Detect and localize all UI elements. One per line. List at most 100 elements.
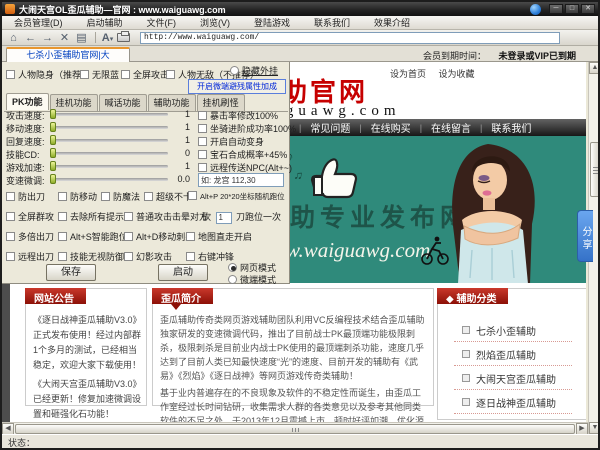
checkbox-icon[interactable] bbox=[6, 192, 15, 201]
vertical-scroll-thumb[interactable] bbox=[590, 142, 600, 197]
horizontal-scrollbar[interactable]: ◀ ▶ bbox=[2, 422, 588, 434]
checkbox-icon[interactable] bbox=[6, 212, 15, 221]
checkbox-crit-100[interactable]: 暴击率修改100% bbox=[198, 109, 278, 122]
add-favorite-link[interactable]: 设为收藏 bbox=[439, 69, 475, 79]
panel-tab-afk[interactable]: 挂机功能 bbox=[50, 94, 98, 111]
save-button[interactable]: 保存 bbox=[46, 264, 96, 281]
slider-thumb[interactable] bbox=[50, 109, 56, 119]
panel-tab-shout[interactable]: 喊话功能 bbox=[99, 94, 147, 111]
category-item[interactable]: 大闹天宫歪瓜辅助 bbox=[454, 367, 572, 390]
checkbox-icon[interactable] bbox=[198, 137, 207, 146]
checkbox-unlimited-mana[interactable]: 无限蓝 bbox=[80, 68, 119, 81]
checkbox-move-assassinate[interactable]: Alt+D移动刺杀 bbox=[124, 230, 194, 243]
checkbox-stun-attack[interactable]: 普通攻击击晕对方 bbox=[124, 210, 208, 223]
menu-contact[interactable]: 联系我们 bbox=[302, 16, 362, 29]
start-button[interactable]: 启动 bbox=[158, 264, 208, 281]
npc-location-input[interactable] bbox=[198, 173, 284, 187]
nav-faq[interactable]: 常见问题 bbox=[310, 120, 350, 135]
slider-game-speed[interactable] bbox=[50, 165, 168, 168]
checkbox-icon[interactable] bbox=[198, 163, 207, 172]
checkbox-smart-move[interactable]: Alt+S智能跑位 bbox=[58, 230, 128, 243]
back-icon[interactable]: ← bbox=[23, 32, 38, 44]
checkbox-phantom-attack[interactable]: 幻影攻击 bbox=[124, 250, 172, 263]
checkbox-icon[interactable] bbox=[58, 252, 67, 261]
tray-gem-icon[interactable] bbox=[530, 4, 541, 15]
radio-icon[interactable] bbox=[228, 275, 237, 284]
checkbox-ranged-slash[interactable]: 远程出刀 bbox=[6, 250, 54, 263]
share-button[interactable]: 分享 bbox=[577, 210, 593, 262]
menu-member[interactable]: 会员管理(D) bbox=[2, 16, 75, 29]
home-icon[interactable]: ⌂ bbox=[6, 32, 21, 44]
maximize-button[interactable]: □ bbox=[565, 4, 579, 14]
menu-login-game[interactable]: 登陆游戏 bbox=[242, 16, 302, 29]
font-icon[interactable]: A▾ bbox=[100, 32, 115, 44]
category-item[interactable]: 烈焰歪瓜辅助 bbox=[454, 343, 572, 366]
category-item[interactable]: 七杀小歪辅助 bbox=[454, 319, 572, 342]
checkbox-multi-slash[interactable]: 多倍出刀 bbox=[6, 230, 54, 243]
checkbox-anti-magic[interactable]: 防魔法 bbox=[101, 190, 140, 203]
horizontal-scroll-thumb[interactable] bbox=[15, 424, 575, 434]
menu-effects[interactable]: 效果介绍 bbox=[362, 16, 422, 29]
slider-recover-speed[interactable] bbox=[50, 139, 168, 142]
minimize-button[interactable]: ─ bbox=[549, 4, 563, 14]
checkbox-mount-100[interactable]: 坐骑进阶成功率100% bbox=[198, 122, 296, 135]
radio-icon[interactable] bbox=[230, 66, 239, 75]
checkbox-icon[interactable] bbox=[58, 212, 67, 221]
radio-micro-mode[interactable]: 微端模式 bbox=[228, 273, 276, 286]
slider-thumb[interactable] bbox=[50, 135, 56, 145]
checkbox-icon[interactable] bbox=[124, 212, 133, 221]
checkbox-icon[interactable] bbox=[186, 252, 195, 261]
checkbox-invisible[interactable]: 人物隐身（推荐） bbox=[6, 68, 90, 81]
slider-move-speed[interactable] bbox=[50, 126, 168, 129]
slider-thumb[interactable] bbox=[50, 174, 56, 184]
checkbox-remove-prompts[interactable]: 去除所有提示框 bbox=[58, 210, 133, 223]
checkbox-ignore-defense[interactable]: 技能无视防御 bbox=[58, 250, 124, 263]
checkbox-super-smooth[interactable]: 超级不卡 bbox=[144, 190, 192, 203]
nav-message[interactable]: 在线留言 bbox=[431, 120, 471, 135]
browser-tab[interactable]: 七杀小歪辅助官网|大 bbox=[6, 47, 130, 62]
slider-fine-tune[interactable] bbox=[50, 178, 168, 181]
slider-attack-speed[interactable] bbox=[50, 113, 168, 116]
category-item[interactable]: 逐日战神歪瓜辅助 bbox=[454, 391, 572, 414]
checkbox-icon[interactable] bbox=[6, 252, 15, 261]
menu-start-assist[interactable]: 启动辅助 bbox=[75, 16, 135, 29]
checkbox-group-attack[interactable]: 全屏群攻 bbox=[6, 210, 54, 223]
checkbox-icon[interactable] bbox=[58, 192, 67, 201]
url-input[interactable] bbox=[140, 32, 560, 44]
checkbox-icon[interactable] bbox=[58, 232, 67, 241]
slider-thumb[interactable] bbox=[50, 161, 56, 171]
checkbox-rightclick-charge[interactable]: 右键冲锋 bbox=[186, 250, 234, 263]
checkbox-anti-move[interactable]: 防移动 bbox=[58, 190, 97, 203]
menu-browse[interactable]: 浏览(V) bbox=[188, 16, 242, 29]
micro-client-boost-link[interactable]: 开启微端避残属性加成 bbox=[188, 79, 286, 94]
checkbox-map-walk[interactable]: 地图直走开启 bbox=[186, 230, 252, 243]
nav-contact[interactable]: 联系我们 bbox=[491, 120, 531, 135]
checkbox-gem-rate[interactable]: 宝石合成概率+45% bbox=[198, 148, 287, 161]
checkbox-random-move[interactable]: Alt+P 20*20坐标随机跑位 bbox=[188, 191, 285, 202]
stop-icon[interactable]: ✕ bbox=[57, 31, 72, 44]
scroll-up-icon[interactable]: ▲ bbox=[589, 62, 600, 74]
slider-thumb[interactable] bbox=[50, 148, 56, 158]
checkbox-icon[interactable] bbox=[166, 70, 175, 79]
close-button[interactable]: ✕ bbox=[581, 4, 595, 14]
chop-count-input[interactable] bbox=[216, 212, 232, 224]
checkbox-icon[interactable] bbox=[198, 124, 207, 133]
checkbox-icon[interactable] bbox=[6, 232, 15, 241]
menu-file[interactable]: 文件(F) bbox=[135, 16, 189, 29]
page-icon[interactable]: ▤ bbox=[74, 31, 89, 44]
checkbox-anti-slash[interactable]: 防出刀 bbox=[6, 190, 45, 203]
nav-buy[interactable]: 在线购买 bbox=[371, 120, 411, 135]
checkbox-icon[interactable] bbox=[198, 150, 207, 159]
set-homepage-link[interactable]: 设为首页 bbox=[390, 69, 426, 79]
print-icon[interactable] bbox=[117, 33, 130, 42]
checkbox-auto-transform[interactable]: 开启自动变身 bbox=[198, 135, 264, 148]
checkbox-icon[interactable] bbox=[188, 191, 197, 200]
panel-tab-pk[interactable]: PK功能 bbox=[6, 93, 49, 110]
checkbox-icon[interactable] bbox=[144, 192, 153, 201]
checkbox-icon[interactable] bbox=[6, 70, 15, 79]
scroll-down-icon[interactable]: ▼ bbox=[589, 422, 600, 434]
radio-hide-plugin[interactable]: 隐藏外挂 bbox=[230, 64, 278, 77]
checkbox-fullscreen-attack[interactable]: 全屏攻击 bbox=[121, 68, 169, 81]
checkbox-icon[interactable] bbox=[80, 70, 89, 79]
checkbox-icon[interactable] bbox=[124, 252, 133, 261]
